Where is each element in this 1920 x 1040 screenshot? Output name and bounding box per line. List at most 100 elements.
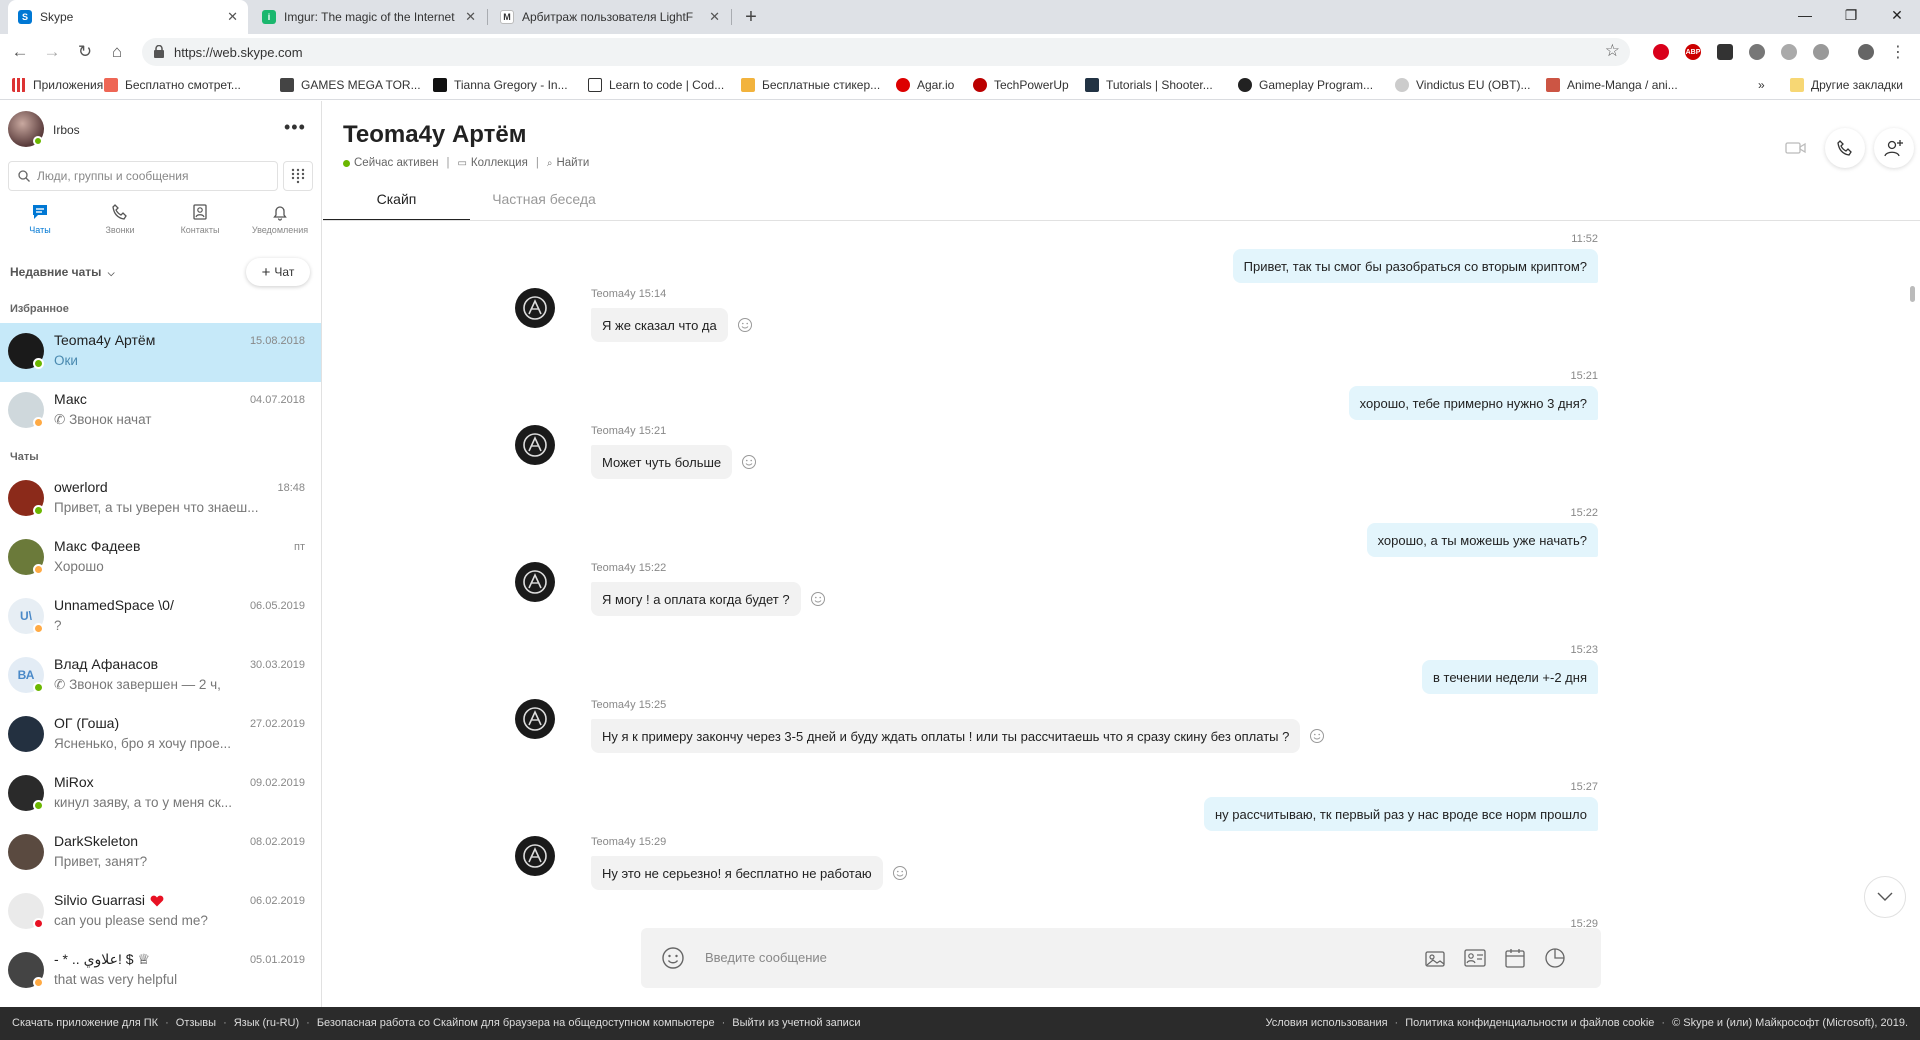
add-reaction-icon[interactable] xyxy=(810,591,826,607)
footer-link[interactable]: Язык (ru-RU) xyxy=(234,1017,299,1029)
chat-list-item[interactable]: Макс Фадеев Хорошо пт xyxy=(0,529,321,588)
scrollbar-thumb[interactable] xyxy=(1910,286,1915,302)
scroll-to-bottom-button[interactable] xyxy=(1864,876,1906,918)
chat-list-item[interactable]: Teoma4y Артём Оки 15.08.2018 xyxy=(0,323,321,382)
sender-avatar[interactable] xyxy=(515,699,555,739)
find-link[interactable]: Найти xyxy=(556,157,589,169)
tab-skype-chat[interactable]: Скайп xyxy=(323,191,470,221)
sender-avatar[interactable] xyxy=(515,836,555,876)
search-input[interactable]: Люди, группы и сообщения xyxy=(8,161,278,191)
bookmark-item[interactable]: Learn to code | Cod... xyxy=(588,77,724,93)
outgoing-message[interactable]: ну рассчитываю, тк первый раз у нас врод… xyxy=(1204,797,1598,831)
video-call-button[interactable] xyxy=(1776,128,1816,168)
outgoing-message[interactable]: хорошо, а ты можешь уже начать? xyxy=(1366,523,1598,557)
incoming-message[interactable]: Teoma4y 15:22 Я могу ! а оплата когда буд… xyxy=(515,562,826,616)
bookmark-item[interactable]: GAMES MEGA TOR... xyxy=(280,77,421,93)
new-chat-button[interactable]: + Чат xyxy=(246,258,310,286)
bookmark-item[interactable]: Anime-Manga / ani... xyxy=(1546,77,1678,93)
chat-list-item[interactable]: U\ UnnamedSpace \0/? 06.05.2019 xyxy=(0,588,321,647)
nav-tab-notifications[interactable]: Уведомления xyxy=(240,201,320,245)
browser-menu-icon[interactable]: ⋮ xyxy=(1886,40,1910,64)
bookmark-item[interactable]: Tianna Gregory - In... xyxy=(433,77,568,93)
incoming-message[interactable]: Teoma4y 15:29 Ну это не серьезно! я беспл… xyxy=(515,836,908,890)
extension-icon[interactable] xyxy=(1813,44,1829,60)
message-input[interactable]: Введите сообщение xyxy=(705,950,827,965)
profile-avatar-icon[interactable] xyxy=(1858,44,1874,60)
nav-tab-contacts[interactable]: Контакты xyxy=(160,201,240,245)
adblock-extension-icon[interactable]: ABP xyxy=(1685,44,1701,60)
new-tab-button[interactable]: + xyxy=(738,4,764,30)
bookmark-item[interactable]: TechPowerUp xyxy=(973,77,1069,93)
chat-list-item[interactable]: Silvio Guarrasi can you please send me? 06… xyxy=(0,883,321,942)
chat-list-item[interactable]: ВА Влад Афанасов ✆ Звонок завершен — 2 ч, 3… xyxy=(0,647,321,706)
send-file-icon[interactable] xyxy=(1423,946,1447,970)
extension-icon[interactable] xyxy=(1717,44,1733,60)
chat-list-item[interactable]: owerlord Привет, а ты уверен что знаеш...… xyxy=(0,470,321,529)
message-list[interactable]: 11:52 Привет, так ты смог бы разобраться … xyxy=(323,221,1920,927)
close-tab-icon[interactable]: ✕ xyxy=(227,9,238,25)
conversation-title[interactable]: Teoma4y Артём xyxy=(343,121,526,149)
bookmark-star-icon[interactable]: ☆ xyxy=(1605,41,1620,61)
dialpad-button[interactable] xyxy=(283,161,313,191)
recent-chats-dropdown[interactable]: Недавние чаты ⌵ xyxy=(10,265,115,279)
footer-link[interactable]: Условия использования xyxy=(1265,1017,1387,1029)
close-tab-icon[interactable]: ✕ xyxy=(709,9,720,25)
add-reaction-icon[interactable] xyxy=(737,317,753,333)
minimize-window-button[interactable]: — xyxy=(1782,0,1828,30)
back-button[interactable]: ← xyxy=(8,40,32,64)
sender-avatar[interactable] xyxy=(515,425,555,465)
nav-tab-calls[interactable]: Звонки xyxy=(80,201,160,245)
message-composer[interactable]: Введите сообщение xyxy=(641,928,1601,988)
extension-icon[interactable] xyxy=(1781,44,1797,60)
chat-list-item[interactable]: Макс ✆ Звонок начат 04.07.2018 xyxy=(0,382,321,441)
incoming-message[interactable]: Teoma4y 15:21 Может чуть больше xyxy=(515,425,757,479)
footer-link[interactable]: Политика конфиденциальности и файлов coo… xyxy=(1405,1017,1654,1029)
tab-lightf[interactable]: M Арбитраж пользователя LightF ✕ xyxy=(490,0,730,34)
more-options-button[interactable]: ••• xyxy=(284,117,306,138)
sender-avatar[interactable] xyxy=(515,562,555,602)
address-bar[interactable]: https://web.skype.com ☆ xyxy=(142,38,1630,66)
collection-link[interactable]: Коллекция xyxy=(471,157,528,169)
audio-call-button[interactable] xyxy=(1825,128,1865,168)
footer-link[interactable]: Безопасная работа со Скайпом для браузер… xyxy=(317,1017,715,1029)
outgoing-message[interactable]: в течении недели +-2 дня xyxy=(1422,660,1598,694)
outgoing-message[interactable]: Привет, так ты смог бы разобраться со вт… xyxy=(1232,249,1598,283)
tab-private-conversation[interactable]: Частная беседа xyxy=(470,191,618,221)
incoming-message[interactable]: Teoma4y 15:14 Я же сказал что да xyxy=(515,288,753,342)
close-tab-icon[interactable]: ✕ xyxy=(465,9,476,25)
add-reaction-icon[interactable] xyxy=(741,454,757,470)
poll-icon[interactable] xyxy=(1543,946,1567,970)
bookmark-item[interactable]: Agar.io xyxy=(896,77,954,93)
forward-button[interactable]: → xyxy=(40,40,64,64)
incoming-message[interactable]: Teoma4y 15:25 Ну я к примеру закончу чере… xyxy=(515,699,1325,753)
tab-imgur[interactable]: i Imgur: The magic of the Internet ✕ xyxy=(252,0,486,34)
close-window-button[interactable]: ✕ xyxy=(1874,0,1920,30)
my-display-name[interactable]: Irbos xyxy=(53,123,80,137)
outgoing-message[interactable]: хорошо, тебе примерно нужно 3 дня? xyxy=(1348,386,1598,420)
reload-button[interactable]: ↻ xyxy=(73,40,97,64)
bookmark-item[interactable]: Бесплатно смотрет... xyxy=(104,77,241,93)
add-reaction-icon[interactable] xyxy=(1309,728,1325,744)
bookmark-item[interactable]: Бесплатные стикер... xyxy=(741,77,880,93)
chat-list-item[interactable]: - * .. علاوي! $ ♕ that was very helpful 05… xyxy=(0,942,321,1001)
footer-link[interactable]: Отзывы xyxy=(176,1017,216,1029)
home-button[interactable]: ⌂ xyxy=(105,40,129,64)
bookmark-item[interactable]: Vindictus EU (OBT)... xyxy=(1395,77,1530,93)
sender-avatar[interactable] xyxy=(515,288,555,328)
bookmark-item[interactable]: Gameplay Program... xyxy=(1238,77,1373,93)
footer-link[interactable]: Скачать приложение для ПК xyxy=(12,1017,158,1029)
schedule-call-icon[interactable] xyxy=(1503,946,1527,970)
chat-list-item[interactable]: DarkSkeleton Привет, занят? 08.02.2019 xyxy=(0,824,321,883)
tab-skype[interactable]: S Skype ✕ xyxy=(8,0,248,34)
bookmark-apps[interactable]: Приложения xyxy=(12,77,103,93)
nav-tab-chats[interactable]: Чаты xyxy=(0,201,80,245)
restore-window-button[interactable]: ❐ xyxy=(1828,0,1874,30)
add-reaction-icon[interactable] xyxy=(892,865,908,881)
emoji-icon[interactable] xyxy=(661,946,685,970)
more-bookmarks-button[interactable]: » xyxy=(1758,77,1765,93)
bookmark-item[interactable]: Tutorials | Shooter... xyxy=(1085,77,1213,93)
extension-icon[interactable] xyxy=(1653,44,1669,60)
contact-card-icon[interactable] xyxy=(1463,946,1487,970)
chat-list-item[interactable]: MiRox кинул заяву, а то у меня ск... 09.02… xyxy=(0,765,321,824)
chat-list-item[interactable]: ОГ (Гоша) Ясненько, бро я хочу прое... 27.… xyxy=(0,706,321,765)
